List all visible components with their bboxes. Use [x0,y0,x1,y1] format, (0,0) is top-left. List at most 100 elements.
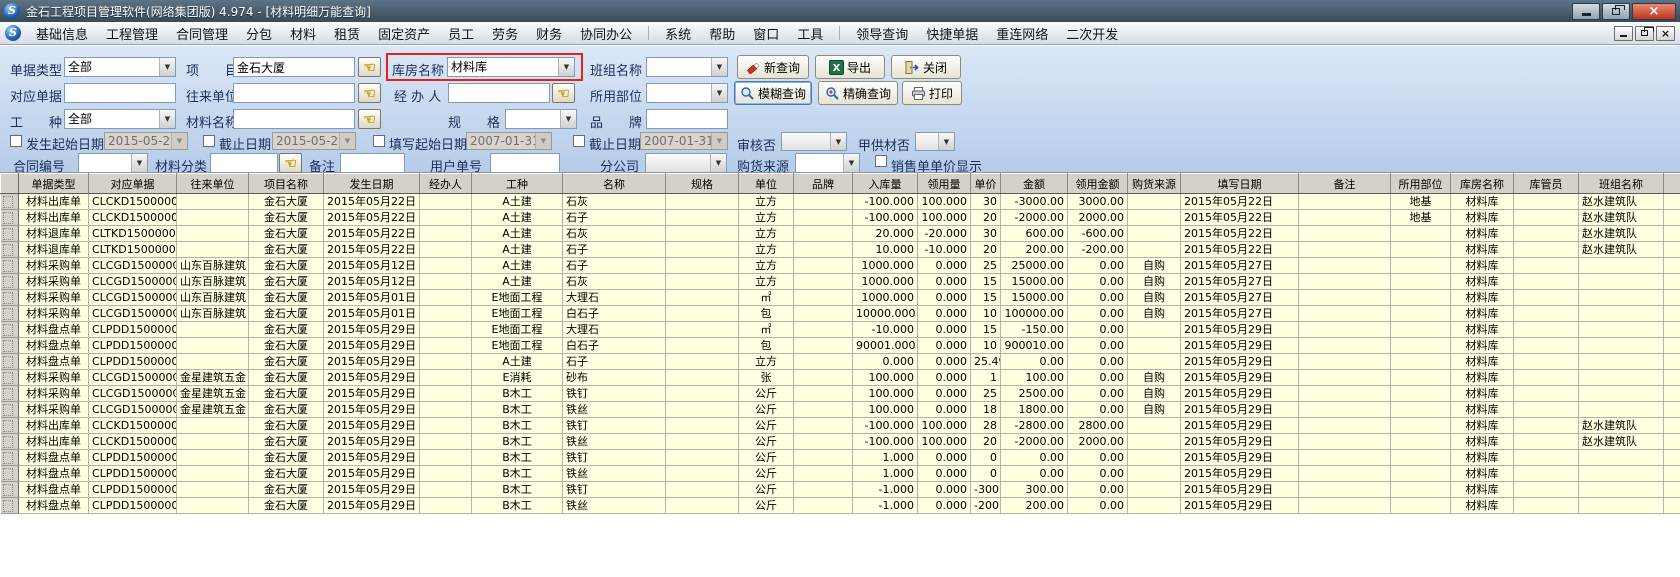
table-cell[interactable]: CLCGD150000005 [89,290,177,306]
handler-input[interactable] [448,83,550,103]
menu-item[interactable]: 二次开发 [1057,22,1127,45]
row-selector[interactable] [1,466,19,482]
table-cell[interactable]: 0.00 [1068,386,1128,402]
table-cell[interactable]: 100.000 [918,210,971,226]
table-cell[interactable]: 材料库 [1451,402,1514,418]
table-row[interactable]: 材料出库单CLCKD150000002金石大厦2015年05月29日B木工铁钉公… [1,418,1680,434]
table-cell[interactable] [794,290,853,306]
table-cell[interactable]: 自购 [1128,258,1181,274]
table-row[interactable]: 材料采购单CLCGD150000006金星建筑五金金石大厦2015年05月29日… [1,386,1680,402]
table-cell[interactable] [1391,322,1451,338]
table-cell[interactable] [1664,290,1680,306]
table-cell[interactable] [1579,402,1664,418]
table-cell[interactable]: 金石大厦 [249,194,324,210]
table-cell[interactable]: 20.000 [853,226,918,242]
table-cell[interactable] [1664,402,1680,418]
table-cell[interactable]: 28 [971,418,1001,434]
table-cell[interactable]: 材料库 [1451,418,1514,434]
column-header[interactable]: 经办人 [420,174,472,194]
table-cell[interactable]: CLCKD150000001 [89,194,177,210]
table-cell[interactable] [1391,226,1451,242]
table-cell[interactable]: 金星建筑五金 [177,370,249,386]
table-row[interactable]: 材料盘点单CLPDD150000003金石大厦2015年05月29日B木工铁钉公… [1,482,1680,498]
print-button[interactable]: 打印 [902,81,962,105]
row-selector[interactable] [1,306,19,322]
table-cell[interactable]: 2015年05月29日 [1181,402,1299,418]
occur-start-date-select[interactable]: 2015-05-29 ▼ [104,132,188,150]
table-cell[interactable] [1128,194,1181,210]
table-cell[interactable]: CLCKD150000002 [89,418,177,434]
table-cell[interactable] [1299,226,1391,242]
table-cell[interactable] [666,210,739,226]
table-cell[interactable]: 材料库 [1451,242,1514,258]
table-cell[interactable] [666,306,739,322]
table-cell[interactable] [1514,338,1579,354]
table-cell[interactable] [1391,354,1451,370]
table-cell[interactable]: 金石大厦 [249,354,324,370]
table-cell[interactable] [794,226,853,242]
menu-item[interactable]: 窗口 [744,22,788,45]
table-cell[interactable] [1579,482,1664,498]
table-cell[interactable] [1391,402,1451,418]
table-cell[interactable]: E地面工程 [472,290,563,306]
table-cell[interactable] [794,338,853,354]
table-cell[interactable]: 100.00 [1001,370,1068,386]
table-cell[interactable]: 石子 [563,258,666,274]
table-cell[interactable] [177,354,249,370]
dropdown-arrow-icon[interactable]: ▼ [711,58,727,76]
table-cell[interactable]: 25.49 [971,354,1001,370]
table-cell[interactable] [420,434,472,450]
table-cell[interactable] [666,258,739,274]
dropdown-arrow-icon[interactable]: ▼ [830,133,846,150]
table-cell[interactable] [666,274,739,290]
table-cell[interactable]: 赵水建筑队 [1579,434,1664,450]
menu-item[interactable]: 固定资产 [369,22,439,45]
table-cell[interactable]: 2015年05月22日 [1181,194,1299,210]
table-cell[interactable] [1664,370,1680,386]
table-cell[interactable]: 2000.00 [1068,434,1128,450]
table-cell[interactable]: 立方 [739,210,794,226]
table-cell[interactable]: 2015年05月22日 [1181,242,1299,258]
column-header[interactable]: 项目名称 [249,174,324,194]
table-cell[interactable]: 大理石 [563,290,666,306]
doc-type-select[interactable]: 全部 ▼ [64,57,176,77]
table-cell[interactable] [1514,306,1579,322]
row-selector[interactable] [1,338,19,354]
column-header[interactable]: 工种 [472,174,563,194]
table-cell[interactable]: 金石大厦 [249,370,324,386]
table-cell[interactable]: 2015年05月29日 [1181,434,1299,450]
table-cell[interactable] [1299,402,1391,418]
table-cell[interactable]: 25 [971,258,1001,274]
table-cell[interactable]: -2000.00 [1001,210,1068,226]
table-cell[interactable] [1391,338,1451,354]
table-cell[interactable]: 铁钉 [563,482,666,498]
table-cell[interactable]: 材料库 [1451,290,1514,306]
table-row[interactable]: 材料退库单CLTKD150000001金石大厦2015年05月22日A土建石子立… [1,242,1680,258]
table-cell[interactable] [1299,466,1391,482]
table-cell[interactable]: 2015年05月12日 [324,258,420,274]
table-cell[interactable] [1391,306,1451,322]
dropdown-arrow-icon[interactable]: ▼ [710,154,726,172]
table-cell[interactable]: -200 [971,498,1001,514]
table-cell[interactable]: 石灰 [563,194,666,210]
menu-item[interactable]: 工程管理 [97,22,167,45]
table-cell[interactable] [1391,450,1451,466]
table-cell[interactable]: 材料采购单 [19,258,89,274]
table-cell[interactable] [1579,338,1664,354]
dropdown-arrow-icon[interactable]: ▼ [131,154,147,172]
occur-end-date-select[interactable]: 2015-05-29 ▼ [272,132,356,150]
table-cell[interactable]: -300 [971,482,1001,498]
branch-select[interactable]: ▼ [645,153,727,173]
table-cell[interactable]: 0.00 [1068,274,1128,290]
table-cell[interactable]: CLCGD150000006 [89,370,177,386]
table-cell[interactable]: 石灰 [563,226,666,242]
table-cell[interactable] [1299,274,1391,290]
table-cell[interactable] [1391,370,1451,386]
table-cell[interactable] [177,498,249,514]
table-cell[interactable]: 10 [971,338,1001,354]
column-header[interactable]: 往来单位 [177,174,249,194]
table-cell[interactable]: 15000.00 [1001,290,1068,306]
table-cell[interactable] [666,482,739,498]
table-cell[interactable] [1514,274,1579,290]
table-cell[interactable]: 90001.000 [853,338,918,354]
